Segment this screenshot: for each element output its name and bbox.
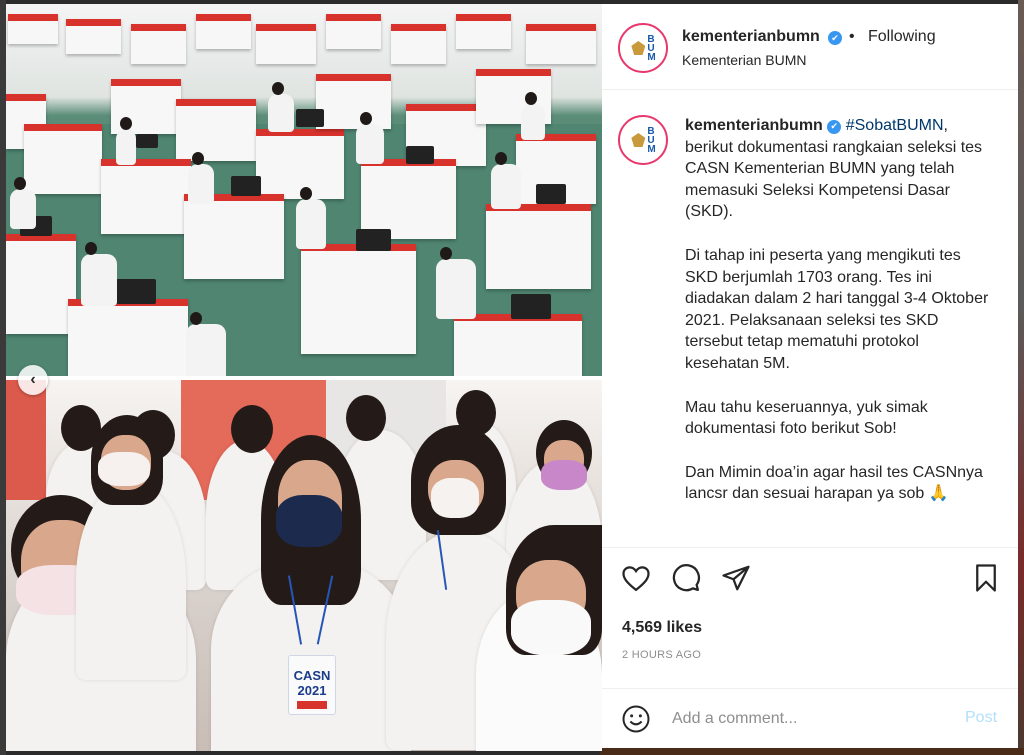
hashtag-link[interactable]: #SobatBUMN	[846, 117, 944, 134]
likes-count[interactable]: 4,569 likes	[622, 619, 702, 637]
caption-area: BUM kementerianbumn ✔ #SobatBUMN, beriku…	[602, 90, 1018, 548]
id-card-line1: CASN	[293, 668, 331, 683]
comment-box: Post	[602, 688, 1018, 748]
bumn-logo-icon: BUM	[631, 126, 656, 154]
comment-icon[interactable]	[670, 562, 702, 594]
post-photo[interactable]: CASN 2021 ‹	[6, 4, 602, 751]
post-timestamp[interactable]: 2 HOURS AGO	[622, 649, 701, 661]
bookmark-icon[interactable]	[970, 562, 1002, 594]
action-bar	[602, 548, 1018, 596]
verified-badge-icon: ✔	[827, 119, 842, 134]
avatar[interactable]: BUM	[618, 23, 668, 73]
bumn-logo-icon: BUM	[631, 34, 656, 62]
header-separator: •	[849, 28, 855, 45]
caption-paragraph-2: Di tahap ini peserta yang mengikuti tes …	[685, 246, 989, 372]
backdrop-bottom	[600, 748, 1024, 755]
carousel-prev-button[interactable]: ‹	[18, 365, 48, 395]
backdrop-right	[1018, 0, 1024, 755]
heart-icon[interactable]	[620, 562, 652, 594]
caption-avatar[interactable]: BUM	[618, 115, 668, 165]
caption-paragraph-4: Dan Mimin doa’in agar hasil tes CASNnya …	[685, 463, 983, 503]
verified-badge-icon: ✔	[828, 31, 842, 45]
post-caption: kementerianbumn ✔ #SobatBUMN, berikut do…	[685, 115, 995, 527]
photo-participants: CASN 2021	[6, 380, 602, 751]
following-button[interactable]: Following	[868, 28, 936, 46]
post-panel: BUM kementerianbumn ✔ • Following Kement…	[602, 4, 1018, 748]
caption-paragraph-3: Mau tahu keseruannya, yuk simak dokument…	[685, 398, 928, 438]
caption-username[interactable]: kementerianbumn	[685, 117, 823, 134]
id-card-line2: 2021	[297, 683, 327, 698]
post-header: BUM kementerianbumn ✔ • Following Kement…	[602, 4, 1018, 90]
id-card: CASN 2021	[288, 655, 336, 715]
header-username[interactable]: kementerianbumn	[682, 28, 820, 46]
paper-plane-icon[interactable]	[720, 562, 752, 594]
comment-input[interactable]	[672, 707, 952, 731]
header-subtitle[interactable]: Kementerian BUMN	[682, 52, 807, 68]
photo-exam-hall	[6, 4, 602, 376]
post-comment-button[interactable]: Post	[965, 709, 997, 727]
smiley-icon[interactable]	[621, 704, 651, 734]
chevron-left-icon: ‹	[30, 371, 36, 388]
